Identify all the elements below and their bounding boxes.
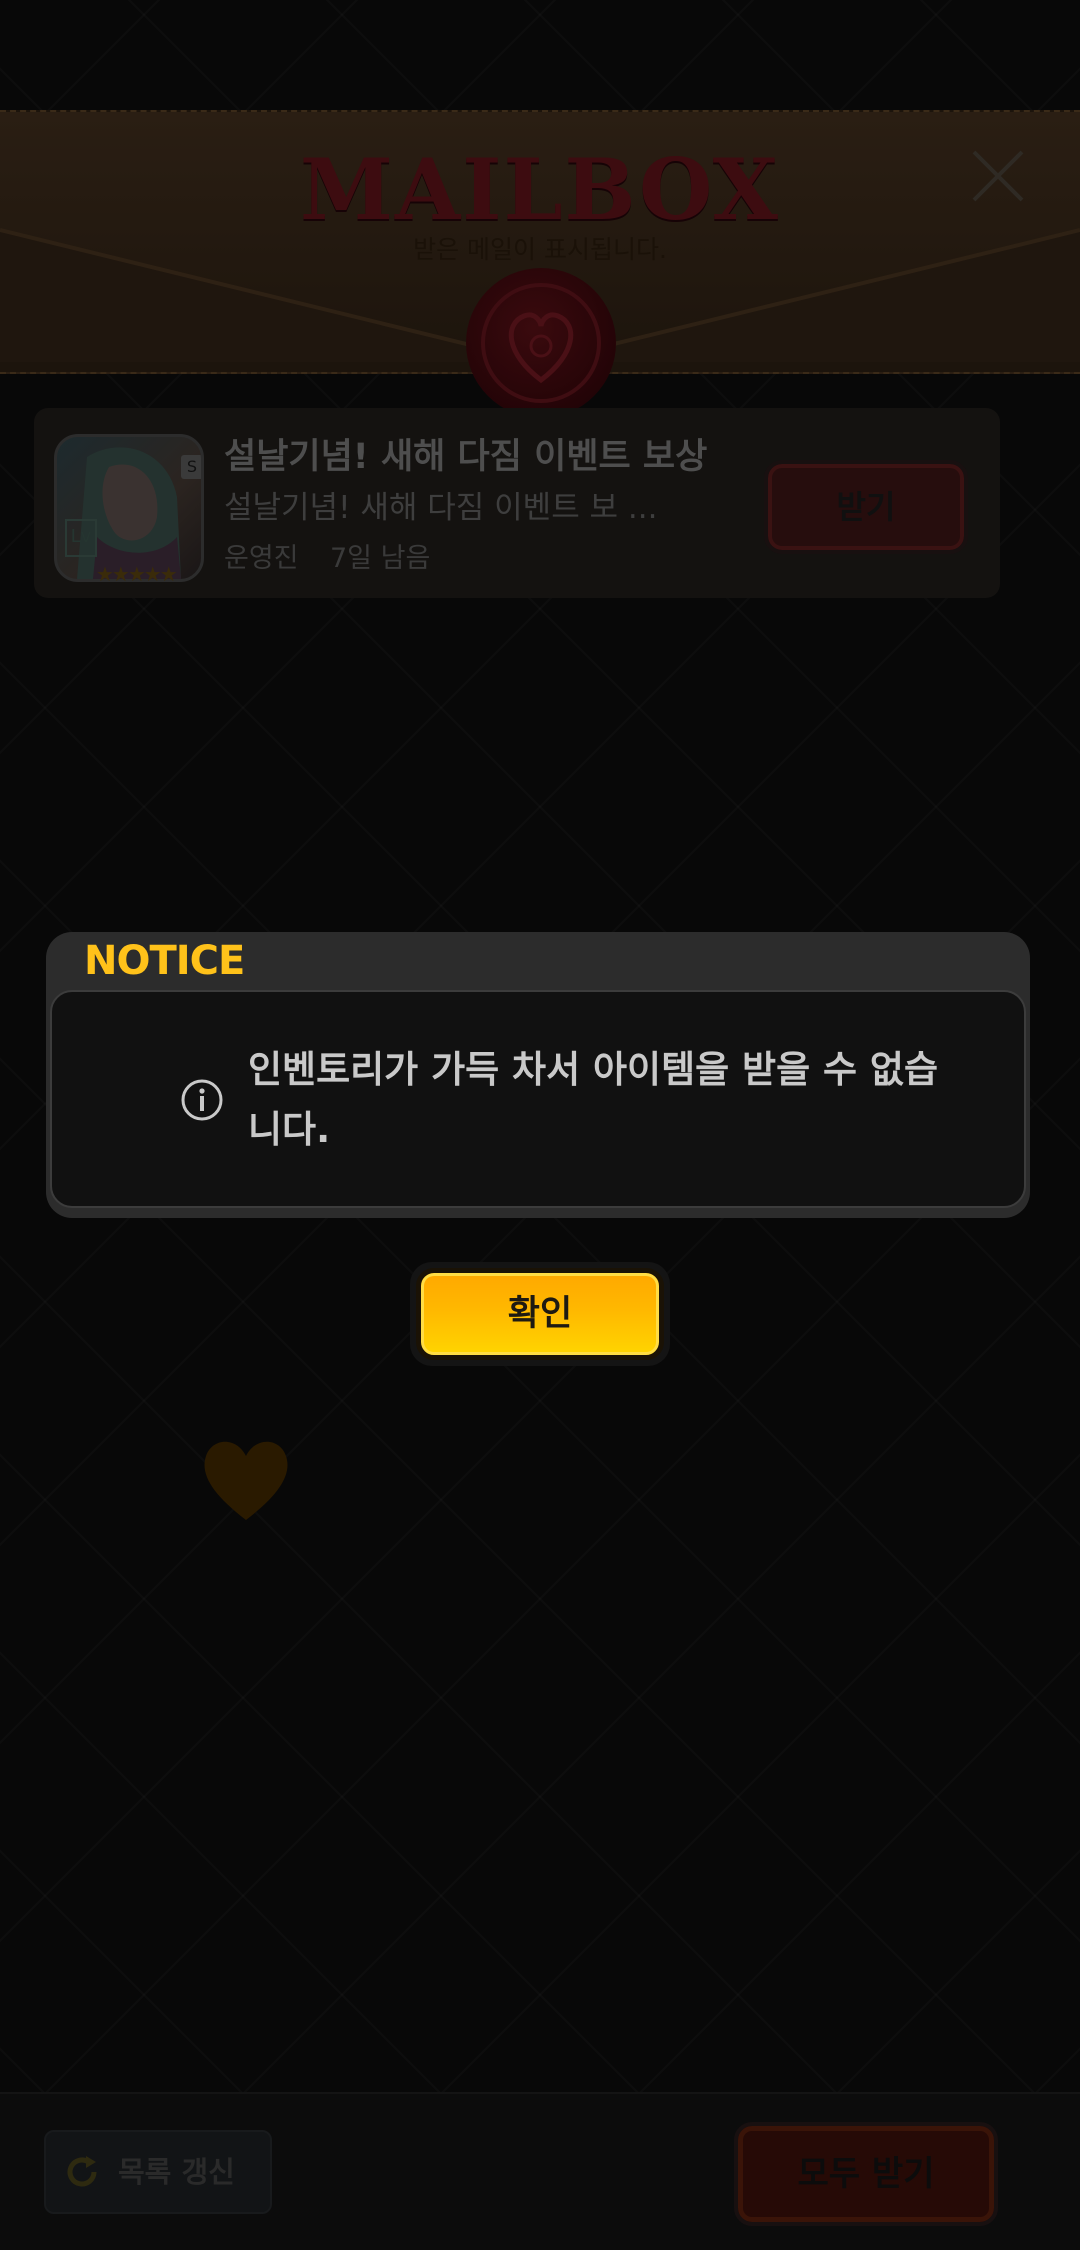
- reward-item-thumbnail: Lv S: [54, 434, 204, 582]
- level-badge: Lv: [65, 519, 97, 557]
- refresh-list-button[interactable]: 목록 갱신: [44, 2130, 272, 2214]
- mailbox-subtitle: 받은 메일이 표시됩니다.: [413, 235, 667, 264]
- mail-expiry: 7일 남음: [330, 543, 431, 574]
- receive-button[interactable]: 받기: [764, 460, 968, 554]
- mail-title: 설날기념! 새해 다짐 이벤트 보상: [224, 437, 708, 477]
- close-icon[interactable]: [970, 148, 1026, 204]
- notice-message: 인벤토리가 가득 차서 아이템을 받을 수 없습니다.: [248, 1048, 939, 1151]
- star-rating: ★★★★★: [96, 562, 178, 586]
- notice-title: NOTICE: [84, 938, 245, 984]
- receive-all-label: 모두 받기: [797, 2154, 935, 2194]
- character-portrait: [77, 447, 181, 579]
- wax-seal-icon: [466, 268, 616, 418]
- refresh-icon: [67, 2156, 97, 2187]
- rank-badge: S: [181, 455, 201, 479]
- notice-body: 인벤토리가 가득 차서 아이템을 받을 수 없습니다.: [50, 990, 1026, 1208]
- info-icon: [181, 1079, 223, 1121]
- confirm-button-label: 확인: [416, 1268, 664, 1360]
- mail-description: 설날기념! 새해 다짐 이벤트 보 ...: [224, 490, 658, 526]
- notice-dialog: NOTICE 인벤토리가 가득 차서 아이템을 받을 수 없습니다.: [46, 932, 1030, 1218]
- heart-icon: [204, 1441, 288, 1520]
- receive-all-button[interactable]: 모두 받기: [734, 2122, 998, 2226]
- bottom-action-bar: 목록 갱신 모두 받기: [0, 2092, 1080, 2250]
- mailbox-title: MAILBOX: [300, 140, 780, 239]
- mail-sender: 운영진: [224, 543, 299, 574]
- confirm-button[interactable]: 확인: [410, 1262, 670, 1366]
- mail-list-item[interactable]: Lv S ★★★★★ 설날기념! 새해 다짐 이벤트 보상 설날기념! 새해 다…: [34, 408, 1000, 598]
- receive-button-label: 받기: [836, 488, 896, 526]
- refresh-list-label: 목록 갱신: [118, 2155, 235, 2189]
